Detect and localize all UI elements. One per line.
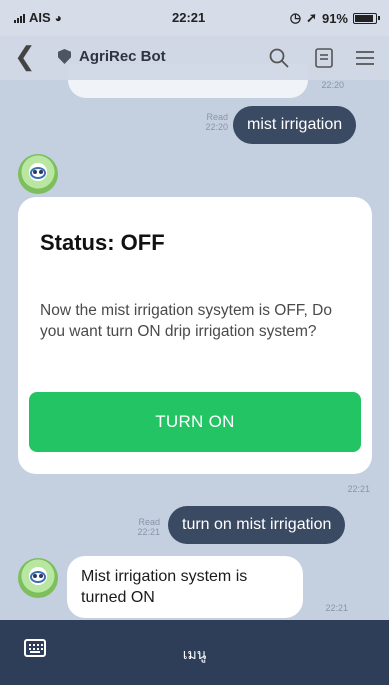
bot-avatar[interactable] xyxy=(18,154,58,194)
carrier-name: AIS xyxy=(29,10,51,25)
signal-icon xyxy=(14,13,25,23)
notes-icon[interactable] xyxy=(312,46,336,70)
back-chevron-icon[interactable]: ❮ xyxy=(14,43,36,69)
hamburger-menu-icon[interactable] xyxy=(353,46,377,70)
message-time: 22:20 xyxy=(321,80,344,90)
chat-area: 22:20 Read 22:20 mist irrigation Status:… xyxy=(0,0,389,685)
card-time: 22:21 xyxy=(347,484,370,494)
bot-avatar[interactable] xyxy=(18,558,58,598)
location-icon: ➚ xyxy=(306,10,317,25)
clock: 22:21 xyxy=(172,10,206,25)
outgoing-message-bubble[interactable]: mist irrigation xyxy=(233,106,357,144)
outgoing-message-bubble[interactable]: turn on mist irrigation xyxy=(168,506,346,544)
message-read-status: Read 22:21 xyxy=(137,517,160,537)
alarm-icon: ◷ xyxy=(289,10,302,25)
wifi-icon: ◕ xyxy=(54,10,62,25)
status-card: Status: OFF Now the mist irrigation sysy… xyxy=(18,197,372,474)
card-body-text: Now the mist irrigation sysytem is OFF, … xyxy=(40,302,332,340)
status-bar: AIS ◕ 22:21 ◷ ➚ 91% xyxy=(0,0,389,36)
chat-header: ❮ AgriRec Bot xyxy=(0,36,389,80)
incoming-message-bubble[interactable]: Mist irrigation system is turned ON xyxy=(67,556,303,618)
search-icon[interactable] xyxy=(267,46,291,70)
rich-menu-bar: เมนู xyxy=(0,620,389,685)
card-title: Status: OFF xyxy=(40,230,165,255)
message-time: 22:21 xyxy=(325,603,348,613)
turn-on-button[interactable]: TURN ON xyxy=(29,392,361,452)
chat-title[interactable]: AgriRec Bot xyxy=(79,48,166,65)
menu-toggle-button[interactable]: เมนู xyxy=(0,644,389,666)
verified-shield-icon xyxy=(58,49,71,64)
battery-icon xyxy=(353,12,380,24)
battery-percent: 91% xyxy=(321,10,348,26)
message-read-status: Read 22:20 xyxy=(205,112,228,132)
